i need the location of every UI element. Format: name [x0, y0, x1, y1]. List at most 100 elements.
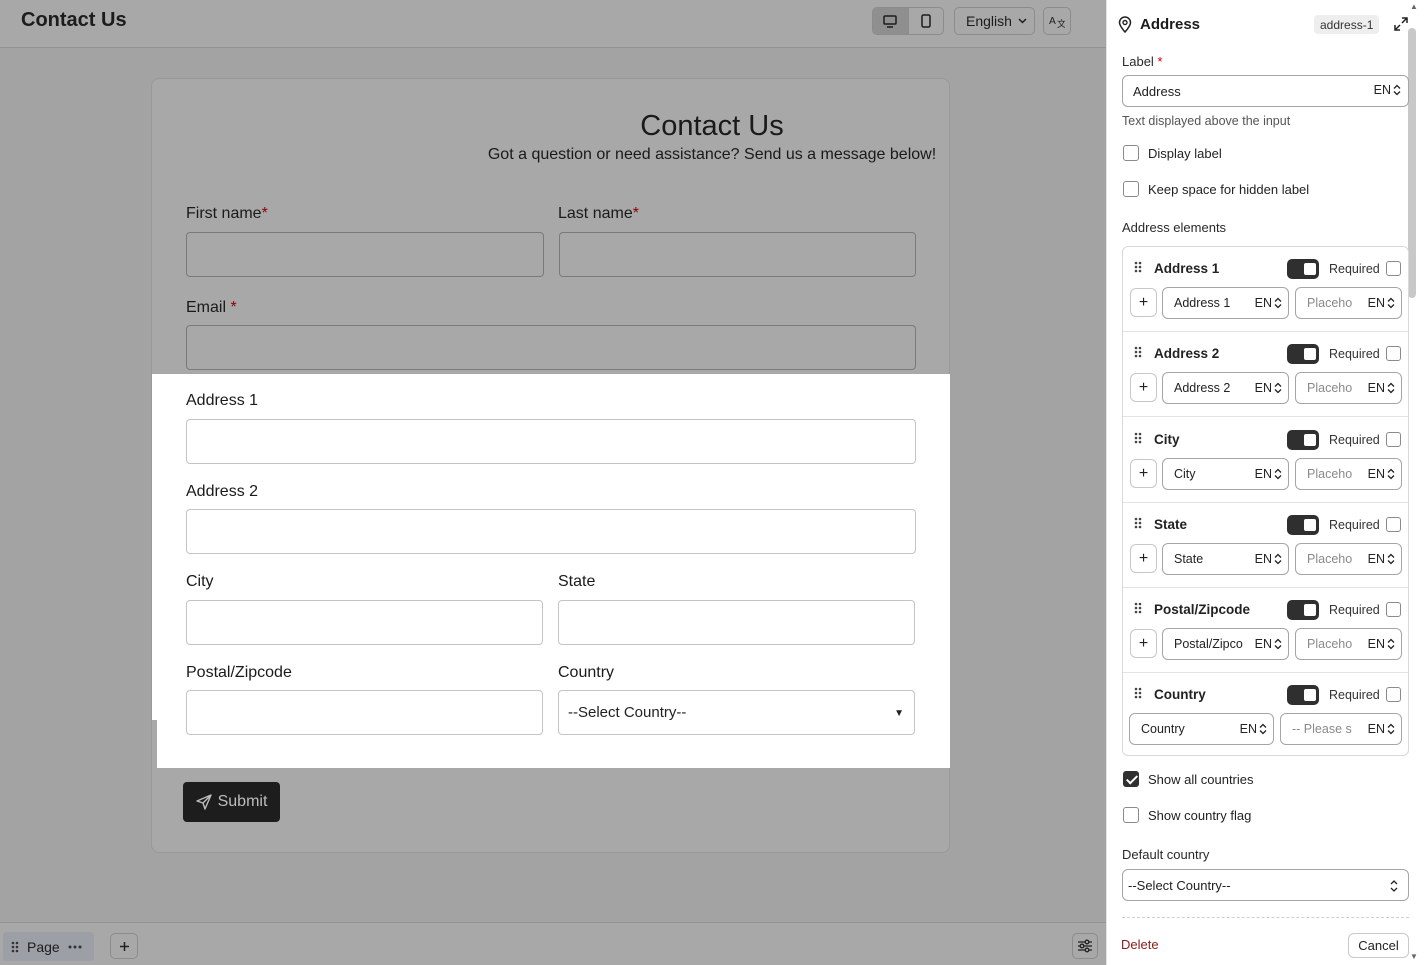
- updown-icon: [1274, 638, 1282, 650]
- add-option-button[interactable]: +: [1130, 629, 1157, 658]
- address1-input[interactable]: [186, 419, 916, 464]
- language-select[interactable]: English: [954, 7, 1035, 35]
- delete-button[interactable]: Delete: [1121, 937, 1159, 952]
- element-enable-toggle[interactable]: [1287, 600, 1319, 620]
- element-placeholder-input[interactable]: Placeho EN: [1295, 458, 1402, 490]
- panel-scrollbar[interactable]: [1408, 28, 1416, 298]
- email-input[interactable]: [186, 325, 916, 370]
- drag-handle-icon[interactable]: [1134, 602, 1142, 614]
- show-all-countries-checkbox[interactable]: [1123, 771, 1139, 787]
- address-element-row: Postal/Zipcode Required + Postal/Zipco EN…: [1123, 588, 1408, 673]
- updown-icon: [1387, 553, 1395, 565]
- caret-down-icon: ▼: [894, 708, 904, 719]
- updown-icon: [1390, 880, 1398, 892]
- city-label: City: [186, 573, 214, 590]
- element-placeholder-input[interactable]: Placeho EN: [1295, 372, 1402, 404]
- required-checkbox[interactable]: [1386, 687, 1401, 702]
- page-tab[interactable]: Page: [3, 932, 94, 961]
- show-flag-checkbox[interactable]: [1123, 807, 1139, 823]
- state-input[interactable]: [558, 600, 915, 645]
- drag-handle-icon[interactable]: [1134, 687, 1142, 699]
- required-checkbox[interactable]: [1386, 261, 1401, 276]
- element-label-input[interactable]: Postal/Zipco EN: [1162, 628, 1289, 660]
- element-label-input[interactable]: City EN: [1162, 458, 1289, 490]
- address-element-row: Address 2 Required + Address 2 EN Placeho…: [1123, 332, 1408, 417]
- required-checkbox[interactable]: [1386, 346, 1401, 361]
- address-element-row: City Required + City EN Placeho EN: [1123, 418, 1408, 503]
- element-label-input[interactable]: Address 1 EN: [1162, 287, 1289, 319]
- element-name: Address 1: [1154, 261, 1220, 276]
- translate-button[interactable]: A文: [1043, 7, 1071, 35]
- drag-handle-icon: [11, 941, 19, 952]
- required-checkbox[interactable]: [1386, 517, 1401, 532]
- add-option-button[interactable]: +: [1130, 288, 1157, 317]
- required-checkbox[interactable]: [1386, 432, 1401, 447]
- add-option-button[interactable]: +: [1130, 373, 1157, 402]
- element-label-input[interactable]: State EN: [1162, 543, 1289, 575]
- label-input[interactable]: Address EN: [1122, 75, 1409, 107]
- desktop-view-button[interactable]: [873, 8, 908, 34]
- address-element-row: Country Required Country EN -- Please s EN: [1123, 673, 1408, 758]
- element-placeholder-input[interactable]: Placeho EN: [1295, 287, 1402, 319]
- element-enable-toggle[interactable]: [1287, 515, 1319, 535]
- element-enable-toggle[interactable]: [1287, 685, 1319, 705]
- expand-icon[interactable]: [1393, 16, 1409, 32]
- required-checkbox[interactable]: [1386, 602, 1401, 617]
- country-select[interactable]: --Select Country-- ▼: [558, 690, 915, 735]
- element-name: Country: [1154, 687, 1206, 702]
- updown-icon: [1387, 468, 1395, 480]
- keep-space-checkbox[interactable]: [1123, 181, 1139, 197]
- updown-icon: [1274, 553, 1282, 565]
- more-icon[interactable]: [68, 945, 82, 949]
- postal-input[interactable]: [186, 690, 543, 735]
- element-id-badge: address-1: [1314, 15, 1380, 34]
- first-name-input[interactable]: [186, 232, 544, 277]
- add-option-button[interactable]: +: [1130, 459, 1157, 488]
- scroll-down-icon[interactable]: ▼: [1410, 952, 1418, 961]
- city-input[interactable]: [186, 600, 543, 645]
- scroll-up-icon[interactable]: ▲: [1410, 2, 1418, 11]
- add-option-button[interactable]: +: [1130, 544, 1157, 573]
- svg-text:A: A: [1049, 16, 1056, 27]
- settings-button[interactable]: [1072, 933, 1098, 959]
- last-name-label: Last name*: [558, 205, 639, 222]
- add-page-button[interactable]: [110, 933, 138, 959]
- updown-icon: [1387, 723, 1395, 735]
- drag-handle-icon[interactable]: [1134, 517, 1142, 529]
- language-code: EN: [1373, 83, 1391, 97]
- element-label-input[interactable]: Country EN: [1129, 713, 1274, 745]
- updown-icon: [1274, 297, 1282, 309]
- keep-space-text: Keep space for hidden label: [1148, 182, 1310, 197]
- element-name: City: [1154, 432, 1180, 447]
- required-text: Required: [1329, 433, 1380, 447]
- updown-icon: [1274, 382, 1282, 394]
- country-select-value: --Select Country--: [568, 704, 687, 721]
- mobile-icon: [921, 14, 931, 28]
- cancel-button[interactable]: Cancel: [1348, 933, 1409, 958]
- element-enable-toggle[interactable]: [1287, 430, 1319, 450]
- display-label-checkbox[interactable]: [1123, 145, 1139, 161]
- drag-handle-icon[interactable]: [1134, 261, 1142, 273]
- map-pin-icon: [1118, 16, 1132, 33]
- svg-text:文: 文: [1057, 18, 1065, 28]
- element-placeholder-input[interactable]: -- Please s EN: [1280, 713, 1402, 745]
- element-placeholder-input[interactable]: Placeho EN: [1295, 628, 1402, 660]
- drag-handle-icon[interactable]: [1134, 346, 1142, 358]
- address-block-notch: [152, 720, 157, 768]
- submit-button[interactable]: Submit: [183, 782, 280, 822]
- language-picker[interactable]: EN: [1374, 83, 1401, 97]
- language-value: English: [966, 13, 1012, 29]
- element-placeholder-input[interactable]: Placeho EN: [1295, 543, 1402, 575]
- element-label-input[interactable]: Address 2 EN: [1162, 372, 1289, 404]
- element-enable-toggle[interactable]: [1287, 259, 1319, 279]
- element-enable-toggle[interactable]: [1287, 344, 1319, 364]
- last-name-input[interactable]: [559, 232, 916, 277]
- updown-icon: [1259, 723, 1267, 735]
- default-country-label: Default country: [1122, 847, 1210, 862]
- default-country-select[interactable]: --Select Country--: [1122, 869, 1409, 901]
- address2-input[interactable]: [186, 509, 916, 554]
- mobile-view-button[interactable]: [907, 8, 943, 34]
- element-name: Postal/Zipcode: [1154, 602, 1251, 617]
- country-label: Country: [558, 664, 615, 681]
- drag-handle-icon[interactable]: [1134, 432, 1142, 444]
